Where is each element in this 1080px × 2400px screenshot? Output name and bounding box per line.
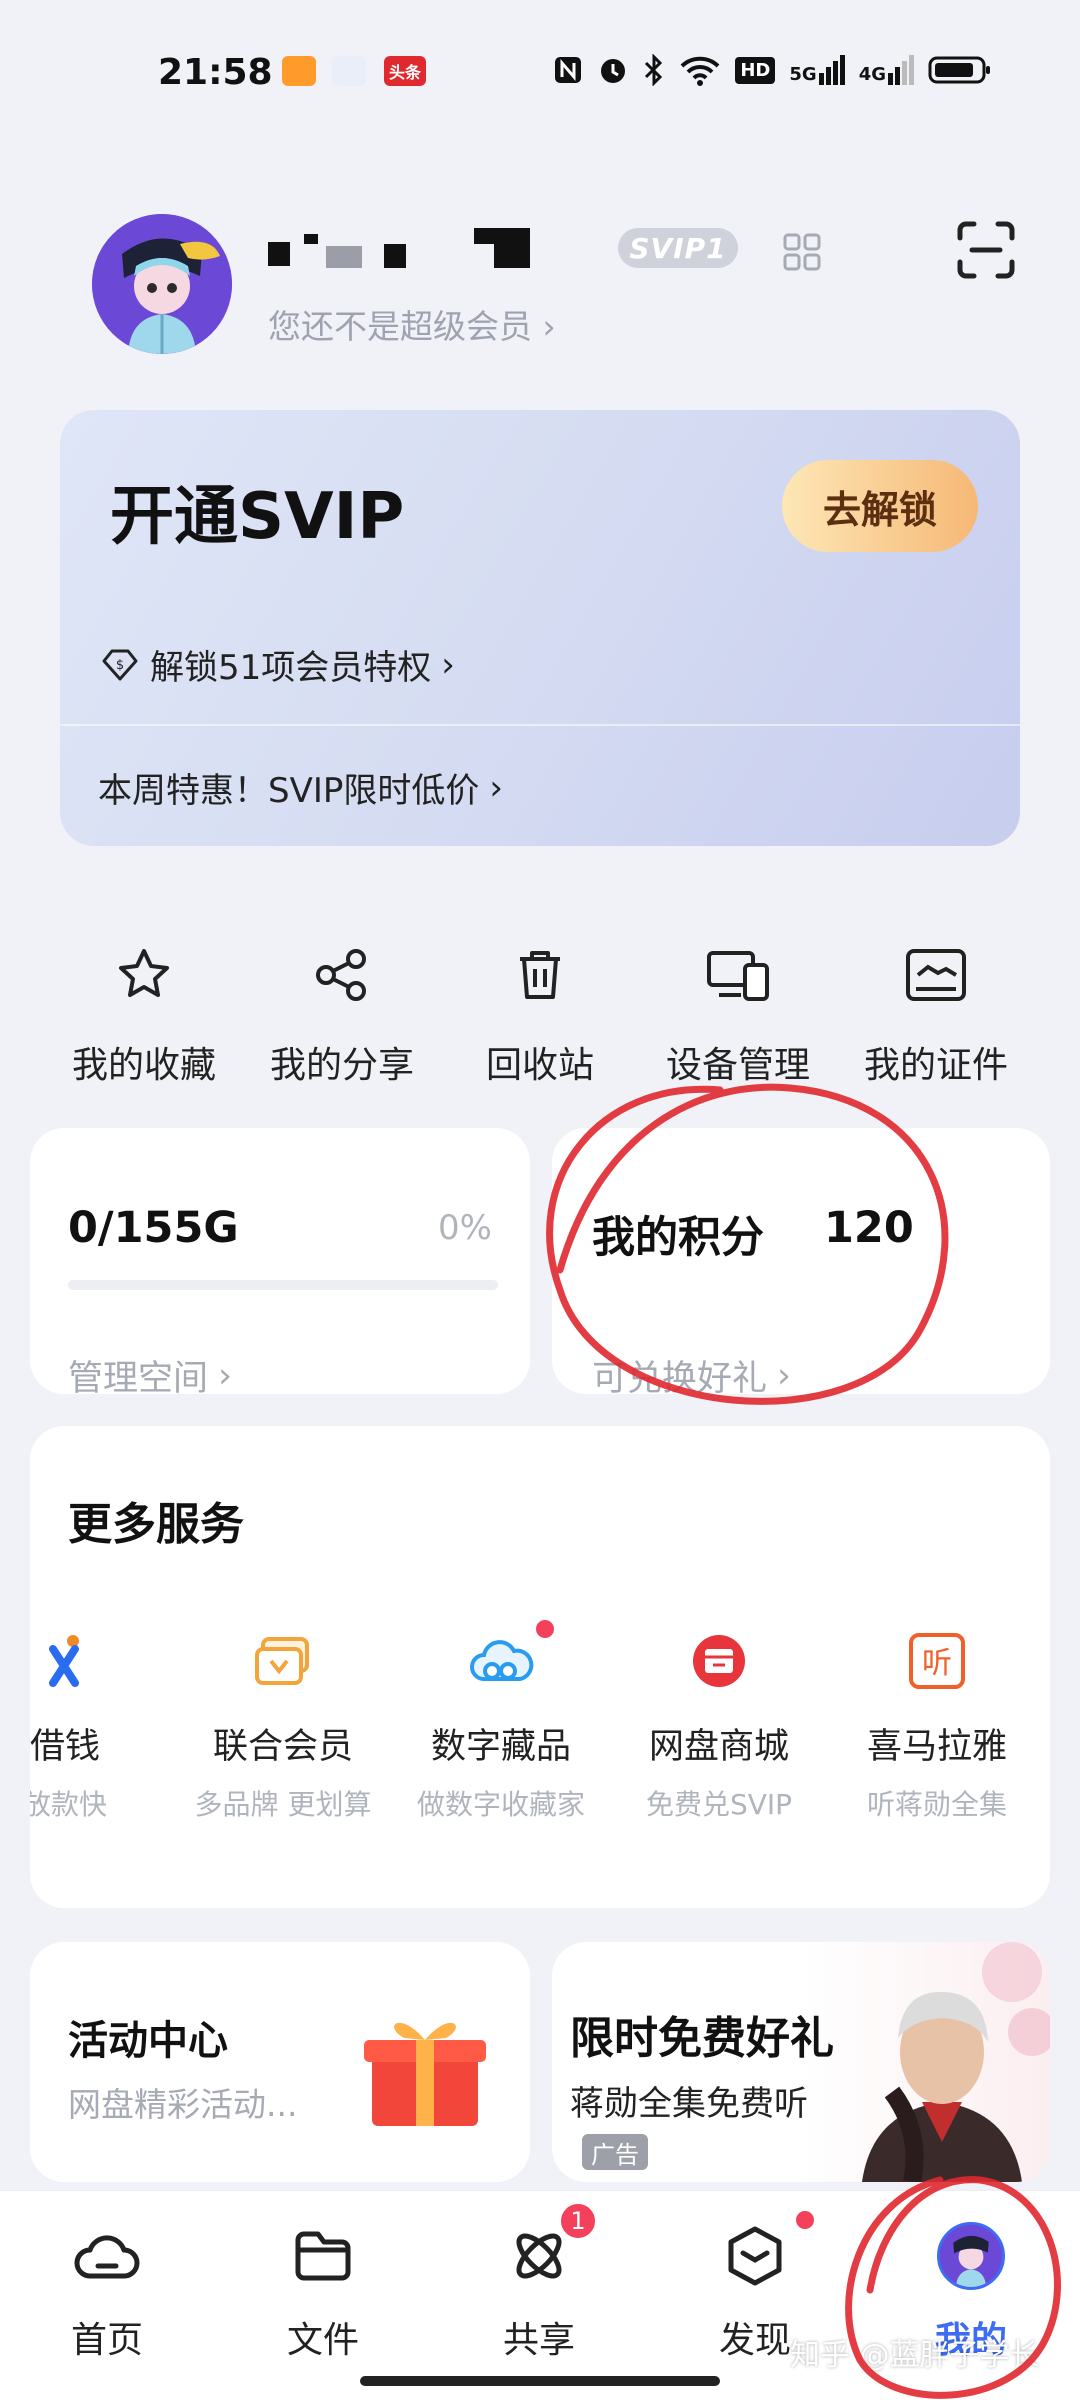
signal-4g-icon: 4G: [859, 55, 914, 85]
quick-action-id-cards[interactable]: 我的证件: [846, 940, 1026, 1088]
diamond-icon: $: [102, 649, 138, 680]
promo-ad-card[interactable]: 限时免费好礼 蒋勋全集免费听 广告: [552, 1942, 1050, 2182]
service-joint-membership[interactable]: 联合会员 多品牌 更划算: [168, 1626, 398, 1823]
quick-action-devices[interactable]: 设备管理: [648, 940, 828, 1088]
service-loan[interactable]: 借钱 放款快: [30, 1626, 180, 1823]
chevron-right-icon: ›: [777, 1355, 792, 1396]
home-indicator[interactable]: [360, 2376, 720, 2386]
more-services-card: 更多服务 借钱 放款快 联合会员 多品牌 更划算 数字藏品 做数字收藏家 网盘商…: [30, 1426, 1050, 1908]
star-icon: [119, 949, 169, 997]
devices-icon: [707, 951, 769, 1001]
status-time: 21:58: [158, 52, 273, 93]
manage-space-link[interactable]: 管理空间 ›: [68, 1350, 232, 1401]
loan-icon: [49, 1635, 79, 1687]
redeem-gifts-link[interactable]: 可兑换好礼 ›: [592, 1350, 791, 1401]
storage-value: 0/155G: [68, 1203, 239, 1253]
storage-card[interactable]: 0/155G 0% 管理空间 ›: [30, 1128, 530, 1399]
alarm-icon: [601, 59, 626, 83]
points-label: 我的积分: [592, 1213, 764, 1263]
chevron-right-icon: ›: [489, 767, 503, 808]
activity-center-card[interactable]: 活动中心 网盘精彩活动...: [30, 1942, 530, 2182]
username-redacted: [268, 228, 568, 272]
store-icon: [693, 1635, 745, 1687]
profile-avatar-icon: [937, 2222, 1005, 2290]
nav-files[interactable]: 文件: [238, 2221, 408, 2363]
ad-badge: 广告: [582, 2134, 648, 2170]
status-icons: HD 5G 4G: [553, 50, 992, 90]
bluetooth-icon: [645, 54, 663, 86]
divider: [60, 724, 1020, 726]
toutiao-app-icon: 头条: [384, 56, 426, 86]
promo-portrait-image: [852, 1942, 1050, 2182]
cloud-icon: [470, 1640, 534, 1681]
notification-dot: [536, 1620, 554, 1638]
privilege-link[interactable]: $ 解锁51项会员特权 ›: [100, 640, 455, 689]
activity-subtitle: 网盘精彩活动...: [68, 2085, 298, 2124]
wifi-icon: [680, 56, 720, 86]
nfc-icon: [555, 57, 582, 83]
app-notification-icon: [332, 56, 366, 86]
notification-count-badge: 1: [558, 2201, 598, 2241]
member-status-link[interactable]: 您还不是超级会员 ›: [268, 300, 556, 348]
svg-text:听: 听: [922, 1646, 952, 1681]
chevron-right-icon: ›: [441, 644, 455, 685]
id-card-icon: [906, 949, 966, 1001]
notification-dot: [796, 2211, 814, 2229]
hd-indicator: HD: [735, 56, 776, 84]
share-orbit-icon: [516, 2233, 562, 2279]
promo-title: 限时免费好礼: [570, 2013, 834, 2064]
battery-icon: [928, 56, 990, 84]
points-card[interactable]: 我的积分 120 可兑换好礼 ›: [552, 1128, 1050, 1399]
folder-icon: [295, 2231, 351, 2281]
svg-text:$: $: [116, 658, 124, 673]
scan-icon[interactable]: [956, 220, 1016, 284]
nav-home[interactable]: 首页: [22, 2221, 192, 2363]
discover-icon: [728, 2226, 782, 2286]
chevron-right-icon: ›: [542, 307, 556, 346]
watermark: 知乎 @蓝胖子学长: [790, 2338, 1040, 2373]
ximalaya-icon: 听: [909, 1633, 965, 1689]
vip-card-icon: [255, 1637, 309, 1685]
qr-code-icon[interactable]: [782, 232, 822, 276]
home-cloud-icon: [74, 2235, 140, 2279]
signal-5g-icon: 5G: [789, 55, 845, 85]
service-digital-collectibles[interactable]: 数字藏品 做数字收藏家: [386, 1620, 616, 1823]
share-icon: [316, 949, 366, 1001]
storage-progress-bar: [68, 1280, 498, 1290]
service-ximalaya[interactable]: 听 喜马拉雅 听蒋勋全集: [822, 1626, 1050, 1823]
unlock-button[interactable]: 去解锁: [782, 460, 978, 552]
section-title: 更多服务: [68, 1499, 244, 1550]
nav-share[interactable]: 1 共享: [454, 2201, 624, 2363]
storage-percent: 0%: [438, 1208, 492, 1248]
svip-level-badge: SVIP1: [618, 228, 738, 268]
weekly-deal-link[interactable]: 本周特惠！SVIP限时低价 ›: [98, 763, 503, 812]
trash-icon: [520, 951, 560, 999]
quick-action-favorites[interactable]: 我的收藏: [54, 940, 234, 1088]
quick-action-recycle-bin[interactable]: 回收站: [450, 940, 630, 1088]
service-store[interactable]: 网盘商城 免费兑SVIP: [604, 1626, 834, 1823]
avatar[interactable]: [92, 214, 232, 354]
svip-promo-card[interactable]: 开通SVIP 去解锁 $ 解锁51项会员特权 › 本周特惠！SVIP限时低价 ›: [60, 410, 1020, 846]
svip-title: 开通SVIP: [110, 480, 405, 554]
app-notification-icon: [282, 56, 316, 86]
chevron-right-icon: ›: [218, 1355, 233, 1396]
points-value: 120: [824, 1203, 914, 1253]
quick-action-shares[interactable]: 我的分享: [252, 940, 432, 1088]
gift-box-icon: [360, 2004, 490, 2138]
activity-title: 活动中心: [68, 2018, 228, 2064]
promo-subtitle: 蒋勋全集免费听: [570, 2084, 808, 2124]
